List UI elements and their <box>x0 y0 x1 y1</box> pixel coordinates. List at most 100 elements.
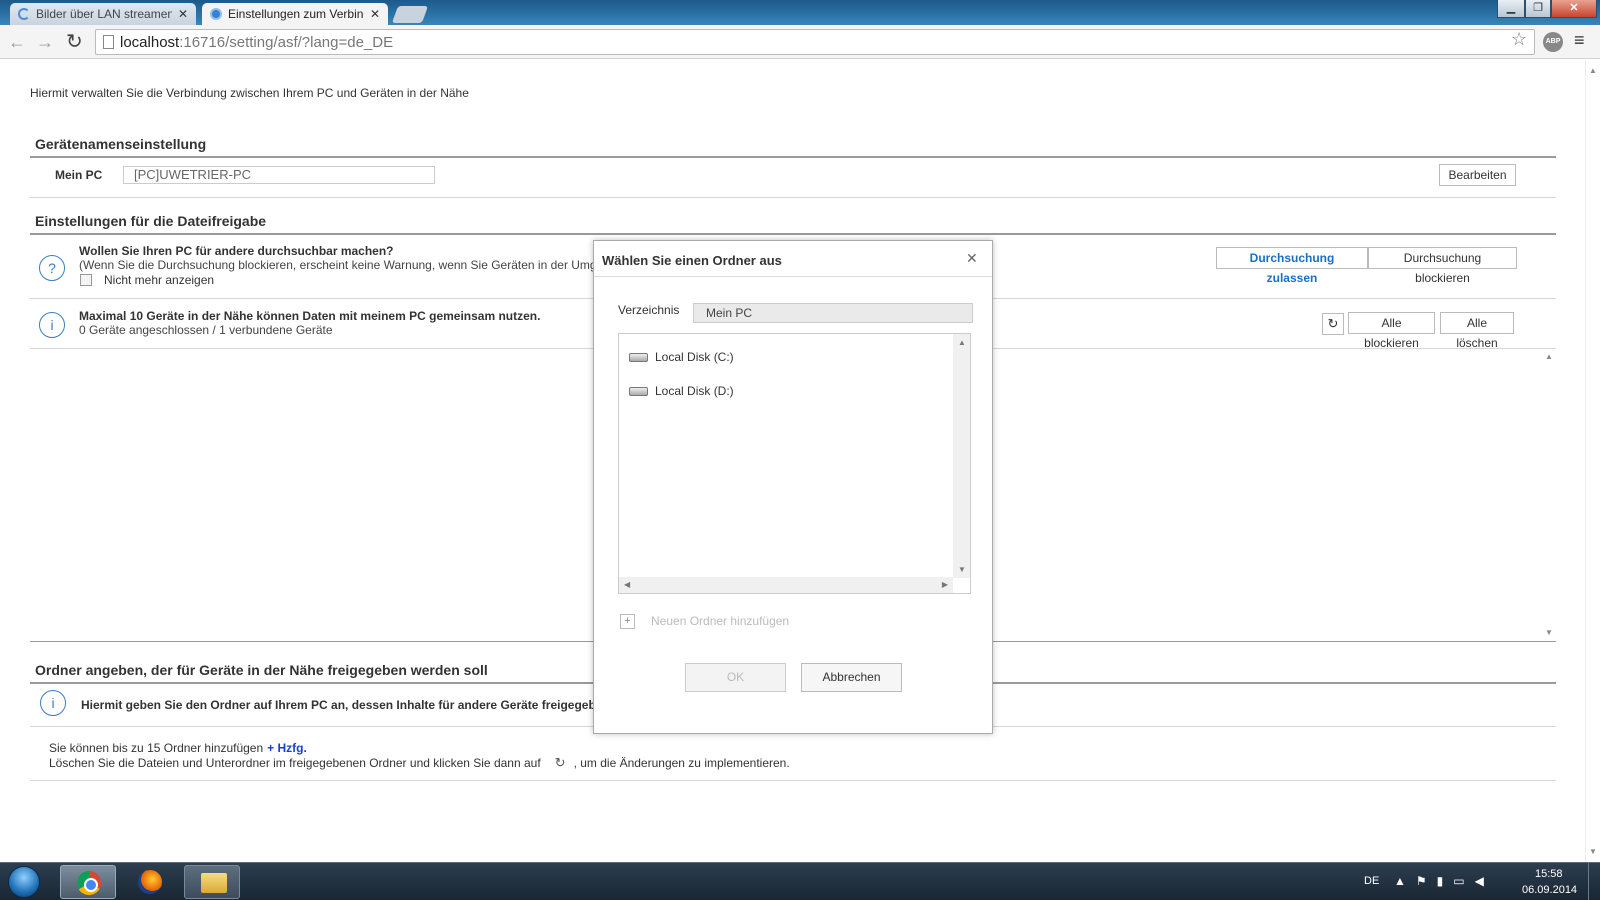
reload-icon[interactable]: ↻ <box>66 31 83 53</box>
tab-einstellungen[interactable]: Einstellungen zum Verbindungs ✕ <box>202 3 388 25</box>
volume-icon[interactable]: ◀ <box>1475 874 1494 888</box>
searchable-question: Wollen Sie Ihren PC für andere durchsuch… <box>79 244 394 258</box>
tree-horizontal-scrollbar[interactable]: ◀ ▶ <box>619 577 953 593</box>
refresh-button[interactable]: ↻ <box>1322 313 1344 335</box>
edit-button[interactable]: Bearbeiten <box>1439 164 1516 186</box>
scroll-down-icon[interactable]: ▼ <box>1589 847 1597 856</box>
tab-label: Bilder über LAN streamen <box>36 7 172 21</box>
folder-limit-hint: Sie können bis zu 15 Ordner hinzufügen + … <box>49 741 307 755</box>
dont-show-again-label: Nicht mehr anzeigen <box>104 273 215 287</box>
divider <box>30 233 1556 235</box>
page-scrollbar[interactable]: ▲ ▼ <box>1585 60 1600 862</box>
clock-time[interactable]: 15:58 <box>1535 868 1563 880</box>
divider <box>30 156 1556 158</box>
section-title-device-name: Gerätenamenseinstellung <box>35 136 207 152</box>
power-icon[interactable]: ▮ <box>1437 874 1454 888</box>
section-title-shared-folder: Ordner angeben, der für Geräte in der Nä… <box>35 662 488 678</box>
refresh-icon: ↻ <box>554 755 566 770</box>
minimize-icon[interactable]: ▁ <box>1497 0 1525 18</box>
device-limit-title: Maximal 10 Geräte in der Nähe können Dat… <box>79 309 541 323</box>
searchable-description: (Wenn Sie die Durchsuchung blockieren, e… <box>79 258 597 272</box>
chrome-icon <box>77 871 101 895</box>
hamburger-menu-icon[interactable]: ≡ <box>1574 30 1585 51</box>
address-bar[interactable]: localhost:16716/setting/asf/?lang=de_DE <box>95 29 1535 55</box>
taskbar-chrome[interactable] <box>60 865 116 899</box>
block-search-button[interactable]: Durchsuchung blockieren <box>1368 247 1517 285</box>
network-icon[interactable]: ▭ <box>1453 874 1474 888</box>
folder-tree[interactable]: Local Disk (C:) Local Disk (D:) ▲ ▼ ◀ ▶ <box>618 333 971 594</box>
page-icon <box>103 35 114 49</box>
show-desktop-button[interactable] <box>1588 863 1600 900</box>
refresh-hint-before: Löschen Sie die Dateien und Unterordner … <box>49 756 541 770</box>
window-close-icon[interactable]: ✕ <box>1551 0 1597 18</box>
directory-label: Verzeichnis <box>618 303 680 317</box>
scroll-left-icon[interactable]: ◀ <box>624 580 630 589</box>
scroll-down-icon[interactable]: ▼ <box>958 565 966 574</box>
device-list-scrollbar[interactable]: ▲ ▼ <box>1542 348 1556 641</box>
scroll-up-icon[interactable]: ▲ <box>958 338 966 347</box>
pc-name-field[interactable]: [PC]UWETRIER-PC <box>123 166 435 184</box>
directory-field: Mein PC <box>693 303 973 323</box>
ok-button[interactable]: OK <box>685 663 786 692</box>
page-intro: Hiermit verwalten Sie die Verbindung zwi… <box>30 86 469 100</box>
tab-close-icon[interactable]: ✕ <box>178 7 188 21</box>
tab-close-icon[interactable]: ✕ <box>370 7 380 21</box>
dont-show-again-checkbox[interactable] <box>80 274 92 286</box>
maximize-icon[interactable]: ❐ <box>1525 0 1551 18</box>
help-link[interactable]: + Hzfg. <box>267 741 307 755</box>
language-indicator[interactable]: DE <box>1364 875 1379 887</box>
adblock-plus-icon[interactable]: ABP <box>1543 32 1563 52</box>
loading-spinner-icon <box>18 8 30 20</box>
device-status: 0 Geräte angeschlossen / 1 verbundene Ge… <box>79 323 333 337</box>
drive-item-c[interactable]: Local Disk (C:) <box>629 350 734 364</box>
url-host: localhost <box>120 33 180 51</box>
url-path: :16716/setting/asf/?lang=de_DE <box>179 33 394 51</box>
scroll-down-icon[interactable]: ▼ <box>1545 628 1553 637</box>
tab-label: Einstellungen zum Verbindungs <box>228 7 364 21</box>
folder-info-text: Hiermit geben Sie den Ordner auf Ihrem P… <box>81 698 610 712</box>
browser-toolbar: ← → ↻ localhost:16716/setting/asf/?lang=… <box>0 25 1600 59</box>
back-arrow-icon[interactable]: ← <box>8 31 26 53</box>
choose-folder-dialog: Wählen Sie einen Ordner aus ✕ Verzeichni… <box>593 240 993 734</box>
block-all-button[interactable]: Alle blockieren <box>1348 312 1435 350</box>
scroll-up-icon[interactable]: ▲ <box>1589 66 1597 75</box>
bookmark-star-icon[interactable]: ☆ <box>1511 29 1527 50</box>
drive-label: Local Disk (D:) <box>655 384 734 398</box>
close-icon[interactable]: ✕ <box>966 250 978 267</box>
start-button[interactable] <box>8 866 40 898</box>
new-tab-button[interactable] <box>391 6 429 23</box>
add-folder-link[interactable]: Neuen Ordner hinzufügen <box>651 614 789 628</box>
drive-label: Local Disk (C:) <box>655 350 734 364</box>
taskbar-explorer[interactable] <box>184 865 240 899</box>
taskbar-firefox[interactable] <box>122 865 178 899</box>
hard-drive-icon <box>629 352 648 362</box>
scroll-up-icon[interactable]: ▲ <box>1545 352 1553 361</box>
refresh-icon: ↻ <box>1327 316 1339 331</box>
divider <box>30 197 1556 198</box>
flag-icon[interactable]: ⚑ <box>1416 874 1437 888</box>
hard-drive-icon <box>629 386 648 396</box>
refresh-hint-after: , um die Änderungen zu implementieren. <box>573 756 790 770</box>
tree-vertical-scrollbar[interactable]: ▲ ▼ <box>953 334 970 578</box>
window-titlebar: Bilder über LAN streamen ✕ Einstellungen… <box>0 0 1600 25</box>
refresh-hint: Löschen Sie die Dateien und Unterordner … <box>49 755 790 771</box>
info-icon: i <box>40 690 66 716</box>
folder-limit-text: Sie können bis zu 15 Ordner hinzufügen <box>49 741 264 755</box>
delete-all-button[interactable]: Alle löschen <box>1440 312 1514 350</box>
question-icon: ? <box>39 255 65 281</box>
firefox-icon <box>138 870 162 894</box>
cancel-button[interactable]: Abbrechen <box>801 663 902 692</box>
section-title-file-sharing: Einstellungen für die Dateifreigabe <box>35 213 267 229</box>
drive-item-d[interactable]: Local Disk (D:) <box>629 384 734 398</box>
scroll-right-icon[interactable]: ▶ <box>942 580 948 589</box>
pc-name-label: Mein PC <box>55 168 103 182</box>
plus-icon[interactable]: + <box>620 614 635 629</box>
tray-expand-icon[interactable]: ▲ <box>1394 874 1416 888</box>
clock-date[interactable]: 06.09.2014 <box>1522 884 1577 896</box>
allow-search-button[interactable]: Durchsuchung zulassen <box>1216 247 1368 285</box>
folder-icon <box>201 873 227 893</box>
system-tray[interactable]: ▲⚑▮▭◀ <box>1394 874 1494 888</box>
info-icon: i <box>39 312 65 338</box>
forward-arrow-icon[interactable]: → <box>36 31 54 53</box>
tab-bilder-streamen[interactable]: Bilder über LAN streamen ✕ <box>10 3 196 25</box>
